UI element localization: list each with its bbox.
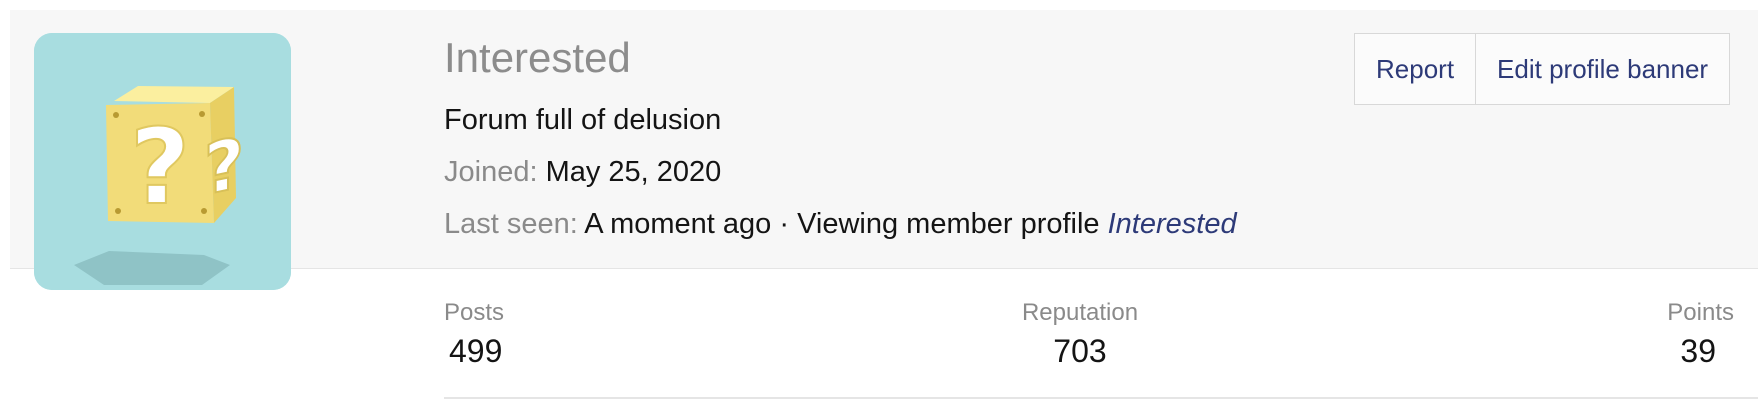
stat-posts[interactable]: Posts 499 — [444, 298, 504, 371]
question-block-icon: ? ? — [34, 33, 291, 290]
last-seen-line: Last seen: A moment ago · Viewing member… — [444, 204, 1237, 244]
svg-text:?: ? — [204, 121, 245, 212]
stat-points[interactable]: Points 39 — [1667, 298, 1734, 371]
divider — [444, 397, 1758, 399]
reputation-value: 703 — [1053, 333, 1107, 369]
edit-profile-banner-button[interactable]: Edit profile banner — [1475, 34, 1729, 104]
report-button[interactable]: Report — [1355, 34, 1475, 104]
points-value: 39 — [1680, 333, 1716, 369]
reputation-label: Reputation — [1021, 299, 1139, 326]
avatar[interactable]: ? ? — [34, 33, 291, 290]
profile-actions: Report Edit profile banner — [1354, 33, 1731, 105]
last-seen-value: A moment ago · Viewing member profile — [584, 208, 1100, 240]
joined-label: Joined: — [444, 156, 538, 188]
joined-line: Joined: May 25, 2020 — [444, 152, 721, 192]
username: Interested — [444, 34, 631, 81]
points-label: Points — [1667, 299, 1734, 326]
last-seen-profile-link[interactable]: Interested — [1108, 208, 1237, 240]
joined-date: May 25, 2020 — [545, 156, 722, 188]
last-seen-label: Last seen: — [444, 208, 578, 240]
posts-value: 499 — [449, 333, 503, 369]
custom-title: Forum full of delusion — [444, 104, 722, 136]
posts-label: Posts — [444, 299, 505, 326]
stat-reputation[interactable]: Reputation 703 — [1000, 298, 1160, 371]
svg-text:?: ? — [130, 106, 190, 228]
